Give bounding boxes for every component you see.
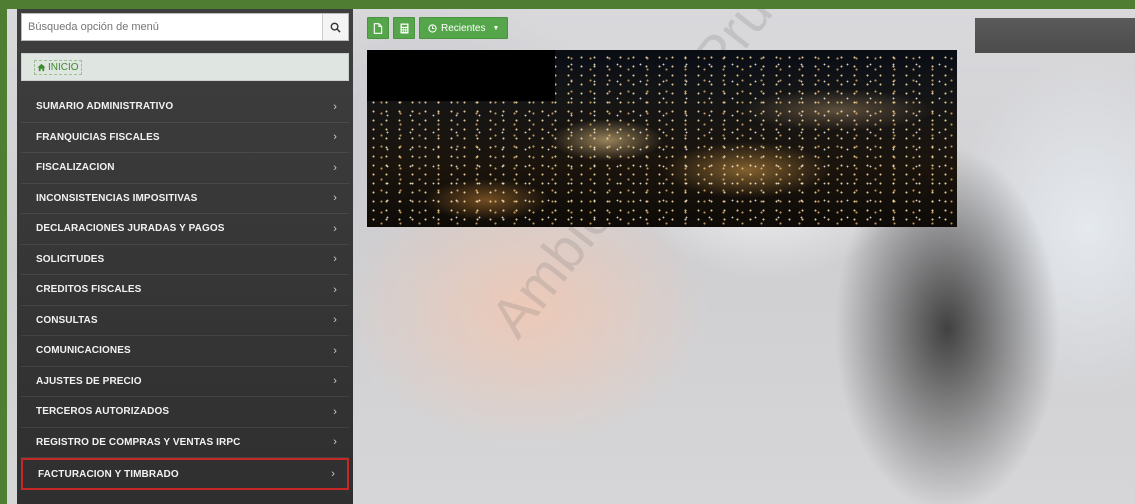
menu-item-sumario-administrativo[interactable]: SUMARIO ADMINISTRATIVO › xyxy=(21,92,349,123)
header-user-box xyxy=(975,18,1135,53)
menu-item-facturacion-y-timbrado[interactable]: FACTURACION Y TIMBRADO › xyxy=(21,458,349,490)
chevron-right-icon: › xyxy=(333,405,337,418)
app-frame: Ambiente de Pruebas INICIO SUMARIO ADM xyxy=(7,9,1135,504)
toolbar: Recientes ▼ xyxy=(367,17,509,39)
sidebar: INICIO SUMARIO ADMINISTRATIVO › FRANQUIC… xyxy=(17,9,353,504)
menu-search xyxy=(21,13,349,41)
menu-item-creditos-fiscales[interactable]: CREDITOS FISCALES › xyxy=(21,275,349,306)
menu-item-ajustes-de-precio[interactable]: AJUSTES DE PRECIO › xyxy=(21,367,349,397)
search-icon xyxy=(330,22,341,33)
recent-dropdown-button[interactable]: Recientes ▼ xyxy=(419,17,509,39)
menu-item-declaraciones-juradas[interactable]: DECLARACIONES JURADAS Y PAGOS › xyxy=(21,214,349,245)
menu-item-label: SUMARIO ADMINISTRATIVO xyxy=(36,101,174,113)
chevron-right-icon: › xyxy=(333,375,337,388)
menu-item-comunicaciones[interactable]: COMUNICACIONES › xyxy=(21,336,349,367)
chevron-right-icon: › xyxy=(333,161,337,174)
menu-item-label: FISCALIZACION xyxy=(36,162,115,174)
document-icon xyxy=(373,22,383,34)
menu-item-consultas[interactable]: CONSULTAS › xyxy=(21,306,349,336)
menu-item-fiscalizacion[interactable]: FISCALIZACION › xyxy=(21,153,349,184)
chevron-right-icon: › xyxy=(333,253,337,266)
menu-item-label: DECLARACIONES JURADAS Y PAGOS xyxy=(36,223,225,235)
redacted-area xyxy=(367,50,555,101)
search-button[interactable] xyxy=(322,14,348,40)
menu-item-label: REGISTRO DE COMPRAS Y VENTAS IRPC xyxy=(36,436,241,448)
menu-item-registro-compras-ventas[interactable]: REGISTRO DE COMPRAS Y VENTAS IRPC › xyxy=(21,428,349,458)
home-link[interactable]: INICIO xyxy=(34,59,82,75)
menu-item-label: SOLICITUDES xyxy=(36,253,105,265)
menu-item-terceros-autorizados[interactable]: TERCEROS AUTORIZADOS › xyxy=(21,397,349,428)
recent-label: Recientes xyxy=(441,22,486,34)
chevron-right-icon: › xyxy=(331,468,335,480)
menu-item-franquicias-fiscales[interactable]: FRANQUICIAS FISCALES › xyxy=(21,123,349,153)
chevron-right-icon: › xyxy=(333,314,337,327)
city-night-banner xyxy=(367,50,957,227)
menu-search-input[interactable] xyxy=(22,14,322,40)
new-document-button[interactable] xyxy=(367,17,389,39)
menu-item-label: AJUSTES DE PRECIO xyxy=(36,375,142,387)
menu-item-label: CONSULTAS xyxy=(36,314,98,326)
menu-item-label: FRANQUICIAS FISCALES xyxy=(36,131,160,143)
home-row: INICIO xyxy=(21,53,349,81)
menu-item-label: INCONSISTENCIAS IMPOSITIVAS xyxy=(36,192,198,204)
home-label: INICIO xyxy=(48,61,79,73)
home-icon xyxy=(37,63,46,71)
menu-item-label: TERCEROS AUTORIZADOS xyxy=(36,406,170,418)
chevron-right-icon: › xyxy=(333,192,337,205)
chevron-right-icon: › xyxy=(333,283,337,296)
menu-item-inconsistencias-impositivas[interactable]: INCONSISTENCIAS IMPOSITIVAS › xyxy=(21,184,349,214)
menu-item-label: COMUNICACIONES xyxy=(36,345,131,357)
chevron-right-icon: › xyxy=(333,131,337,144)
calculator-button[interactable] xyxy=(393,17,415,39)
chevron-right-icon: › xyxy=(333,222,337,235)
menu-item-solicitudes[interactable]: SOLICITUDES › xyxy=(21,245,349,275)
calculator-icon xyxy=(400,23,408,33)
chevron-right-icon: › xyxy=(333,436,337,449)
menu-item-label: FACTURACION Y TIMBRADO xyxy=(38,468,179,480)
caret-down-icon: ▼ xyxy=(492,24,500,32)
chevron-right-icon: › xyxy=(333,100,337,113)
clock-icon xyxy=(428,23,437,33)
chevron-right-icon: › xyxy=(333,344,337,357)
menu-item-label: CREDITOS FISCALES xyxy=(36,284,142,296)
main-menu: SUMARIO ADMINISTRATIVO › FRANQUICIAS FIS… xyxy=(21,92,349,490)
